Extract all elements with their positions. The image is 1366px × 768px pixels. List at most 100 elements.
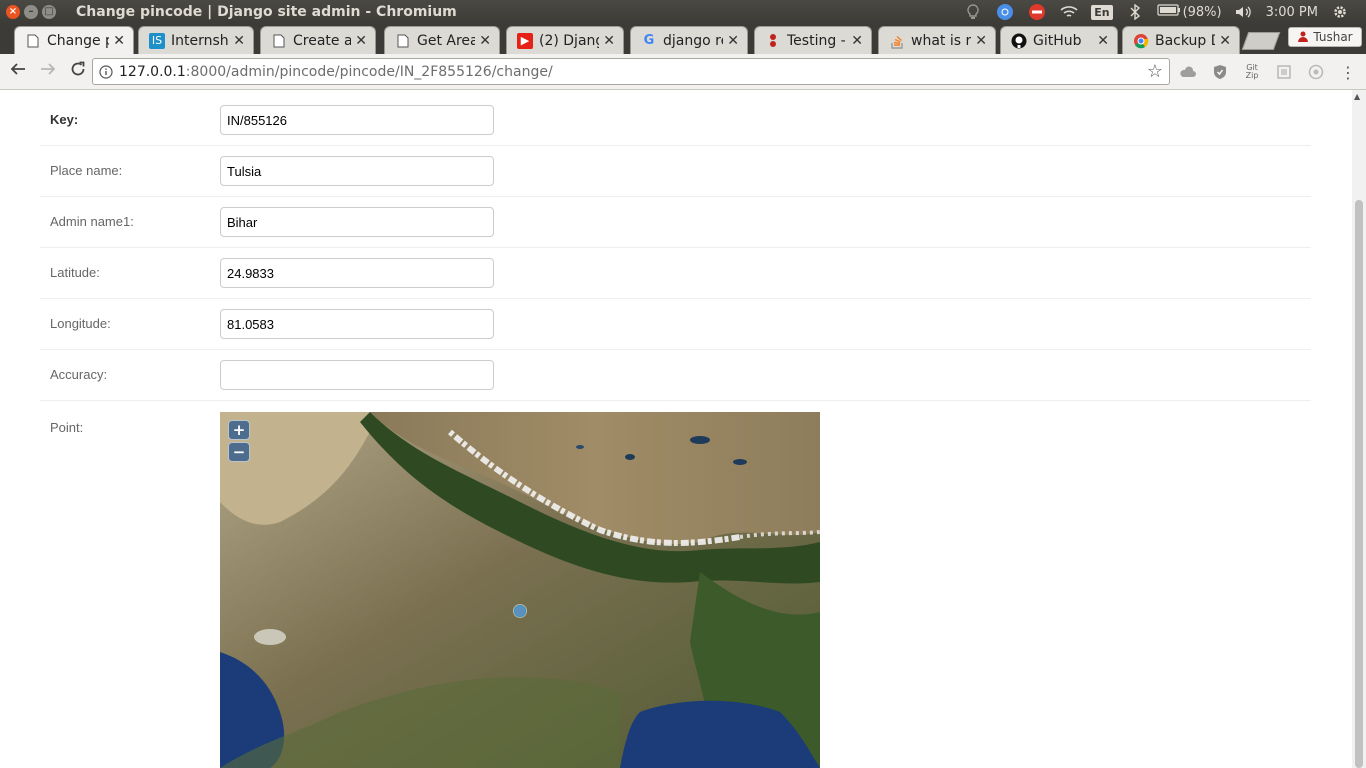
- keyboard-layout-indicator[interactable]: En: [1091, 4, 1113, 20]
- tab-backup[interactable]: Backup D ✕: [1122, 26, 1240, 54]
- tab-stackoverflow[interactable]: what is r ✕: [878, 26, 996, 54]
- stackoverflow-icon: [889, 33, 905, 49]
- extension-cloud-icon[interactable]: [1178, 62, 1198, 82]
- extension-box-icon[interactable]: [1274, 62, 1294, 82]
- window-title: Change pincode | Django site admin - Chr…: [76, 4, 457, 20]
- profile-name: Tushar: [1313, 30, 1353, 44]
- accuracy-input[interactable]: [220, 360, 494, 390]
- tab-label: Create a: [293, 32, 352, 49]
- tab-testing[interactable]: Testing - ✕: [754, 26, 872, 54]
- battery-percentage: (98%): [1182, 4, 1222, 20]
- profile-button[interactable]: Tushar: [1288, 27, 1362, 47]
- tab-label: Internshi: [171, 32, 230, 49]
- form-row-latitude: Latitude:: [40, 248, 1311, 299]
- back-button[interactable]: [6, 60, 30, 84]
- profile-icon: [1297, 30, 1309, 45]
- place-name-label: Place name:: [50, 163, 123, 178]
- battery-indicator[interactable]: (98%): [1156, 4, 1222, 20]
- forward-arrow-icon: [40, 61, 56, 82]
- tab-github[interactable]: GitHub ✕: [1000, 26, 1118, 54]
- tab-close-icon[interactable]: ✕: [233, 33, 245, 49]
- scroll-up-icon[interactable]: ▲: [1354, 92, 1360, 101]
- scrollbar-thumb[interactable]: [1355, 200, 1363, 768]
- github-icon: [1011, 33, 1027, 49]
- tab-close-icon[interactable]: ✕: [603, 33, 615, 49]
- form-row-longitude: Longitude:: [40, 299, 1311, 350]
- lightbulb-icon[interactable]: [963, 3, 983, 21]
- point-label: Point:: [50, 420, 84, 435]
- chrome-icon: [1133, 33, 1149, 49]
- tab-close-icon[interactable]: ✕: [975, 33, 987, 49]
- internshala-icon: IS: [149, 32, 165, 49]
- wifi-icon[interactable]: [1059, 3, 1079, 21]
- clock[interactable]: 3:00 PM: [1266, 5, 1318, 20]
- latitude-label: Latitude:: [50, 265, 100, 280]
- testing-icon: [765, 33, 781, 49]
- window-title-bar: × – □ Change pincode | Django site admin…: [0, 0, 1366, 24]
- longitude-input[interactable]: [220, 309, 494, 339]
- satellite-map-image: [220, 412, 820, 768]
- tab-close-icon[interactable]: ✕: [851, 33, 863, 49]
- tab-close-icon[interactable]: ✕: [1219, 33, 1231, 49]
- django-admin-page: Key: Place name: Admin name1: Latitude: …: [0, 90, 1352, 768]
- reload-icon: [70, 61, 86, 82]
- tab-change-pincode[interactable]: Change p ✕: [14, 26, 134, 54]
- extension-shield-icon[interactable]: [1210, 62, 1230, 82]
- tab-create[interactable]: Create a ✕: [260, 26, 376, 54]
- tab-google-django[interactable]: G django re ✕: [630, 26, 748, 54]
- accuracy-label: Accuracy:: [50, 367, 108, 382]
- reload-button[interactable]: [66, 60, 90, 84]
- page-icon: [271, 33, 287, 49]
- latitude-input[interactable]: [220, 258, 494, 288]
- place-name-input[interactable]: [220, 156, 494, 186]
- tab-get-area[interactable]: Get Area ✕: [384, 26, 500, 54]
- key-input[interactable]: [220, 105, 494, 135]
- extension-gitzip-icon[interactable]: Git Zip: [1242, 62, 1262, 82]
- form-row-key: Key:: [40, 95, 1311, 146]
- tab-label: (2) Djang: [539, 32, 600, 49]
- longitude-label: Longitude:: [50, 316, 111, 331]
- google-icon: G: [643, 33, 655, 48]
- tab-label: GitHub: [1033, 32, 1082, 49]
- page-scrollbar[interactable]: ▲: [1352, 90, 1366, 768]
- tab-strip: Change p ✕ IS Internshi ✕ Create a ✕ Get…: [0, 24, 1366, 54]
- window-minimize-button[interactable]: –: [24, 5, 38, 19]
- admin-name1-label: Admin name1:: [50, 214, 134, 229]
- admin-name1-input[interactable]: [220, 207, 494, 237]
- bluetooth-icon[interactable]: [1125, 3, 1145, 21]
- map-point-marker[interactable]: [514, 605, 526, 617]
- point-map-widget[interactable]: + −: [220, 412, 820, 768]
- browser-toolbar: 127.0.0.1:8000/admin/pincode/pincode/IN_…: [0, 54, 1366, 90]
- forward-button[interactable]: [36, 60, 60, 84]
- tab-youtube-django[interactable]: ▶ (2) Djang ✕: [506, 26, 624, 54]
- form-row-place-name: Place name:: [40, 146, 1311, 197]
- window-maximize-button[interactable]: □: [42, 5, 56, 19]
- tab-label: django re: [663, 32, 724, 49]
- window-close-button[interactable]: ×: [6, 5, 20, 19]
- tab-close-icon[interactable]: ✕: [113, 33, 125, 49]
- battery-icon: [1156, 4, 1181, 20]
- system-settings-icon[interactable]: [1330, 3, 1350, 21]
- tab-label: Get Area: [417, 32, 476, 49]
- bookmark-star-icon[interactable]: ☆: [1147, 61, 1163, 82]
- back-arrow-icon: [10, 61, 26, 82]
- do-not-disturb-icon[interactable]: [1027, 3, 1047, 21]
- url-host: 127.0.0.1: [119, 63, 186, 80]
- tab-label: what is r: [911, 32, 972, 49]
- volume-icon[interactable]: [1234, 3, 1254, 21]
- chrome-app-icon[interactable]: [995, 3, 1015, 21]
- tab-close-icon[interactable]: ✕: [727, 33, 739, 49]
- new-tab-button[interactable]: [1241, 32, 1281, 50]
- address-bar[interactable]: 127.0.0.1:8000/admin/pincode/pincode/IN_…: [92, 58, 1170, 85]
- tab-close-icon[interactable]: ✕: [1097, 33, 1109, 49]
- map-zoom-out-button[interactable]: −: [228, 442, 250, 462]
- menu-kebab-icon[interactable]: ⋮: [1338, 62, 1358, 82]
- tab-close-icon[interactable]: ✕: [479, 33, 491, 49]
- extension-circle-icon[interactable]: [1306, 62, 1326, 82]
- tab-close-icon[interactable]: ✕: [355, 33, 367, 49]
- site-info-icon[interactable]: [93, 64, 119, 79]
- tab-internshala[interactable]: IS Internshi ✕: [138, 26, 254, 54]
- map-zoom-in-button[interactable]: +: [228, 420, 250, 440]
- tab-label: Testing -: [787, 32, 846, 49]
- page-icon: [395, 33, 411, 49]
